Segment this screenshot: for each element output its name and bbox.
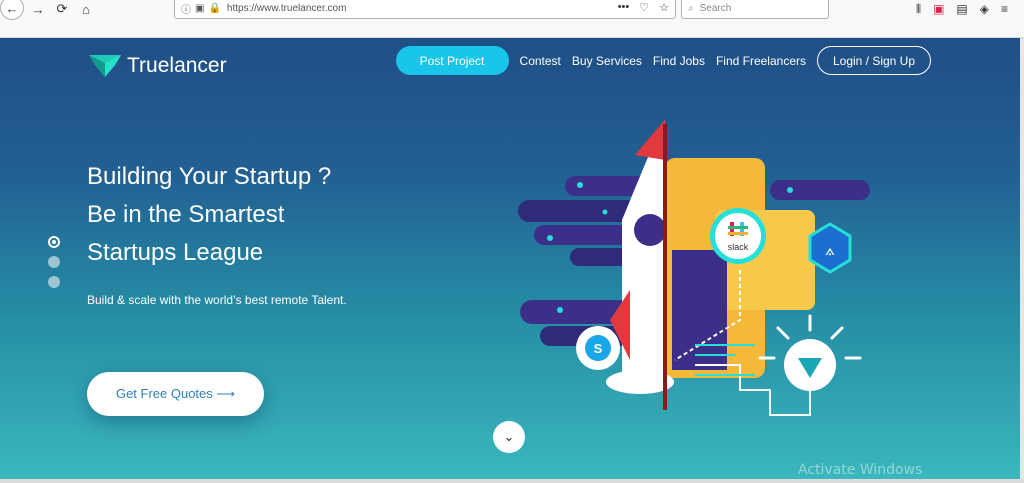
nav-find-jobs[interactable]: Find Jobs — [653, 54, 705, 68]
arrow-left-icon: ← — [5, 0, 19, 16]
slack-badge-label: slack — [728, 242, 749, 252]
atlassian-icon: ⟑ — [825, 240, 835, 259]
nav-buy-services[interactable]: Buy Services — [572, 54, 642, 68]
window-bottom-edge — [0, 479, 1024, 483]
sidebar-icon[interactable]: ▤ — [956, 2, 967, 17]
slide-dot-3[interactable] — [48, 276, 60, 288]
home-icon: ⌂ — [82, 1, 90, 17]
forward-button[interactable]: → — [30, 0, 46, 18]
lock-icon: 🔒 — [208, 2, 221, 14]
headline-line-2: Be in the Smartest — [87, 201, 285, 228]
slide-dot-1[interactable] — [48, 236, 60, 248]
rocket-nose-shape — [635, 120, 665, 160]
get-free-quotes-button[interactable]: Get Free Quotes ⟶ — [87, 372, 264, 416]
library-icon[interactable]: ⫴ — [916, 2, 921, 17]
bookmark-star-icon[interactable]: ☆ — [659, 1, 669, 14]
reload-icon: ⟳ — [56, 1, 68, 16]
scroll-down-button[interactable]: ⌄ — [493, 421, 525, 453]
pocket-icon[interactable]: ♡ — [639, 1, 649, 14]
nav-contest[interactable]: Contest — [520, 54, 561, 68]
truelancer-logo-icon — [89, 55, 121, 77]
toolbar-extensions: ⫴ ▣ ▤ ◈ ≡ — [916, 2, 1008, 17]
page-actions-icon[interactable]: ••• — [618, 1, 630, 14]
brand-logo[interactable]: Truelancer — [89, 54, 227, 78]
hero-subheading: Build & scale with the world’s best remo… — [87, 293, 347, 307]
address-bar[interactable]: ⓘ ▣ 🔒 https://www.truelancer.com ••• ♡ ☆ — [174, 0, 676, 19]
home-button[interactable]: ⌂ — [78, 0, 94, 18]
main-nav: Post Project Contest Buy Services Find J… — [395, 46, 931, 75]
extension-icon[interactable]: ◈ — [980, 2, 989, 17]
slide-indicators — [48, 236, 60, 288]
login-signup-button[interactable]: Login / Sign Up — [817, 46, 931, 75]
headline-line-3: Startups League — [87, 239, 264, 266]
hero-section: Truelancer Post Project Contest Buy Serv… — [0, 38, 1020, 479]
info-icon: ⓘ — [181, 4, 191, 16]
permissions-icon: ▣ — [195, 2, 205, 14]
site-info-icons[interactable]: ⓘ ▣ 🔒 — [181, 1, 221, 16]
search-icon: ⌕ — [688, 2, 694, 14]
brand-name: Truelancer — [127, 54, 227, 77]
search-field[interactable]: ⌕ Search — [681, 0, 829, 19]
slack-badge-shape — [715, 213, 761, 259]
page-scrollbar[interactable] — [1020, 38, 1024, 479]
skype-glyph: S — [594, 341, 603, 356]
reload-button[interactable]: ⟳ — [54, 0, 70, 18]
url-text[interactable]: https://www.truelancer.com — [227, 3, 347, 14]
headline-line-1: Building Your Startup ? — [87, 163, 332, 190]
nav-find-freelancers[interactable]: Find Freelancers — [716, 54, 806, 68]
activate-windows-watermark: Activate Windows — [798, 462, 923, 478]
chevron-down-icon: ⌄ — [503, 429, 515, 444]
hero-headline: Building Your Startup ? Be in the Smarte… — [87, 158, 331, 272]
back-button[interactable]: ← — [0, 0, 24, 20]
post-project-button[interactable]: Post Project — [395, 46, 509, 75]
arrow-right-icon: → — [31, 1, 45, 17]
rocket-window-shape — [634, 214, 666, 246]
slide-dot-2[interactable] — [48, 256, 60, 268]
menu-icon[interactable]: ≡ — [1001, 2, 1008, 17]
search-placeholder: Search — [699, 2, 732, 14]
browser-toolbar: ← → ⟳ ⌂ ⓘ ▣ 🔒 https://www.truelancer.com… — [0, 0, 1024, 38]
panel-block-shape — [672, 250, 727, 370]
startup-rocket-illustration: slack S ⟑ — [518, 120, 870, 416]
pocket-extension-icon[interactable]: ▣ — [933, 2, 944, 17]
